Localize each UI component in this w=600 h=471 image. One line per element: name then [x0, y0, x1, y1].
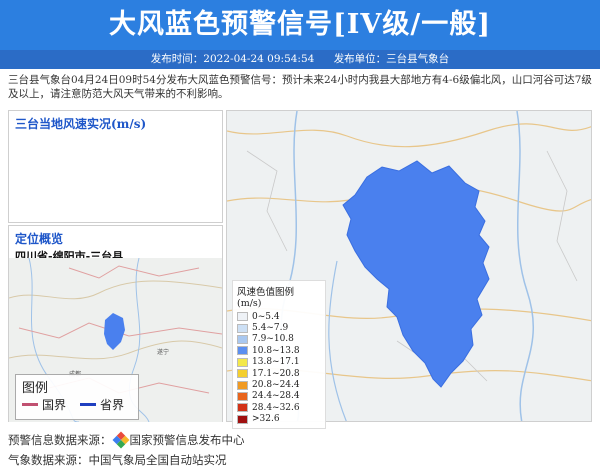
scale-row: 10.8~13.8	[237, 345, 321, 356]
publish-unit: 发布单位：三台县气象台	[333, 53, 450, 65]
wind-panel-title: 三台当地风速实况(m/s)	[15, 117, 147, 131]
publish-time: 发布时间：2022-04-24 09:54:54	[150, 53, 315, 65]
scale-swatch	[237, 403, 248, 413]
scale-swatch	[237, 414, 248, 424]
location-panel-title: 定位概览	[15, 232, 64, 246]
scale-swatch	[237, 391, 248, 401]
legend-items: 国界 省界	[22, 396, 132, 413]
weather-source-value: 中国气象局全国自动站实况	[88, 453, 227, 467]
scale-swatch	[237, 323, 248, 333]
scale-swatch	[237, 334, 248, 344]
scale-label: 28.4~32.6	[252, 402, 300, 413]
national-border-swatch	[22, 403, 38, 406]
scale-label: 13.8~17.1	[252, 357, 300, 368]
meta-bar: 发布时间：2022-04-24 09:54:54 发布单位：三台县气象台	[0, 50, 600, 69]
scale-row: 28.4~32.6	[237, 402, 321, 413]
scale-row: 0~5.4	[237, 311, 321, 322]
legend-label: 省界	[100, 398, 125, 412]
legend-title: 图例	[22, 381, 49, 396]
scale-title: 风速色值图例 (m/s)	[237, 287, 295, 309]
scale-label: 24.4~28.4	[252, 391, 300, 402]
scale-swatch	[237, 380, 248, 390]
location-panel: 定位概览 四川省-绵阳市-三台县 遂宁 成都 图例 国界 省界	[8, 225, 223, 423]
provincial-border-swatch	[80, 403, 96, 406]
scale-swatch	[237, 346, 248, 356]
footer-warning-source: 预警信息数据来源： 国家预警信息发布中心	[8, 431, 245, 449]
scale-row: 5.4~7.9	[237, 322, 321, 333]
legend-label: 国界	[42, 398, 67, 412]
warning-source-value: 国家预警信息发布中心	[129, 433, 245, 447]
map-legend: 图例 国界 省界	[15, 374, 139, 420]
alert-description: 三台县气象台04月24日09时54分发布大风蓝色预警信号：预计未来24小时内我县…	[8, 74, 592, 100]
warning-source-label: 预警信息数据来源：	[8, 433, 112, 447]
scale-swatch	[237, 357, 248, 367]
warning-center-logo-icon	[112, 431, 129, 449]
legend-provincial-border: 省界	[80, 396, 124, 413]
scale-label: 17.1~20.8	[252, 368, 300, 379]
scale-label: 7.9~10.8	[252, 334, 294, 345]
scale-row: 24.4~28.4	[237, 391, 321, 402]
scale-label: 0~5.4	[252, 311, 280, 322]
scale-row: 7.9~10.8	[237, 334, 321, 345]
scale-row: >32.6	[237, 414, 321, 425]
scale-label: 10.8~13.8	[252, 345, 300, 356]
scale-swatch	[237, 312, 248, 322]
footer-weather-source: 气象数据来源：中国气象局全国自动站实况	[8, 452, 227, 468]
wind-speed-color-legend: 风速色值图例 (m/s) 0~5.4 5.4~7.9 7.9~10.8 10.8~13…	[232, 280, 326, 429]
legend-national-border: 国界	[22, 396, 66, 413]
scale-label: 20.8~24.4	[252, 380, 300, 391]
scale-label: 5.4~7.9	[252, 323, 289, 334]
scale-swatch	[237, 369, 248, 379]
alert-title: 大风蓝色预警信号[IV级/一般]	[0, 0, 600, 50]
scale-row: 17.1~20.8	[237, 368, 321, 379]
scale-row: 20.8~24.4	[237, 379, 321, 390]
scale-row: 13.8~17.1	[237, 357, 321, 368]
weather-source-label: 气象数据来源：	[8, 453, 89, 467]
city-label: 遂宁	[157, 348, 169, 356]
scale-label: >32.6	[252, 414, 280, 425]
wind-speed-panel: 三台当地风速实况(m/s)	[8, 110, 223, 223]
